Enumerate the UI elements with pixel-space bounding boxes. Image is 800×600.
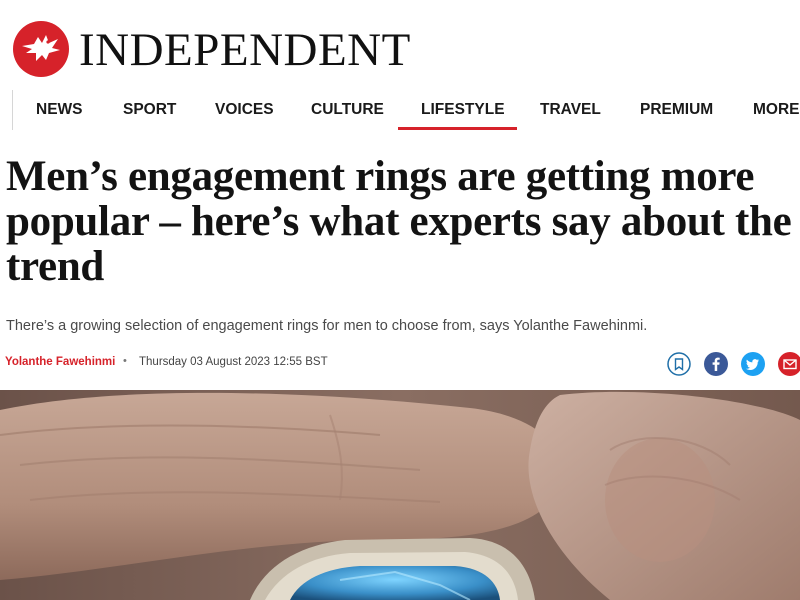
- nav-item-culture[interactable]: CULTURE: [311, 100, 384, 120]
- nav-item-travel[interactable]: TRAVEL: [540, 100, 601, 120]
- active-tab-indicator: [398, 127, 517, 130]
- masthead: INDEPENDENT: [0, 0, 800, 88]
- nav-divider: [12, 90, 13, 130]
- publish-date: Thursday 03 August 2023 12:55 BST: [139, 356, 328, 368]
- nav-item-voices[interactable]: VOICES: [215, 100, 274, 120]
- nav-item-more[interactable]: MORE: [753, 100, 800, 120]
- nav-item-premium[interactable]: PREMIUM: [640, 100, 713, 120]
- main-nav: NEWS SPORT VOICES CULTURE LIFESTYLE TRAV…: [0, 88, 800, 134]
- article-standfirst: There’s a growing selection of engagemen…: [6, 318, 648, 334]
- eagle-icon[interactable]: [12, 20, 70, 78]
- author-link[interactable]: Yolanthe Fawehinmi: [5, 356, 115, 368]
- article-headline: Men’s engagement rings are getting more …: [6, 153, 792, 290]
- nav-item-lifestyle[interactable]: LIFESTYLE: [421, 100, 505, 120]
- hero-image[interactable]: [0, 390, 800, 600]
- brand-wordmark[interactable]: INDEPENDENT: [79, 24, 411, 76]
- bookmark-icon[interactable]: [667, 352, 691, 376]
- nav-item-news[interactable]: NEWS: [36, 100, 83, 120]
- nav-item-sport[interactable]: SPORT: [123, 100, 176, 120]
- twitter-icon[interactable]: [741, 352, 765, 376]
- facebook-icon[interactable]: [704, 352, 728, 376]
- email-icon[interactable]: [778, 352, 800, 376]
- byline: Yolanthe Fawehinmi • Thursday 03 August …: [0, 352, 800, 376]
- ring-photo: [0, 390, 800, 600]
- byline-separator: •: [123, 355, 127, 367]
